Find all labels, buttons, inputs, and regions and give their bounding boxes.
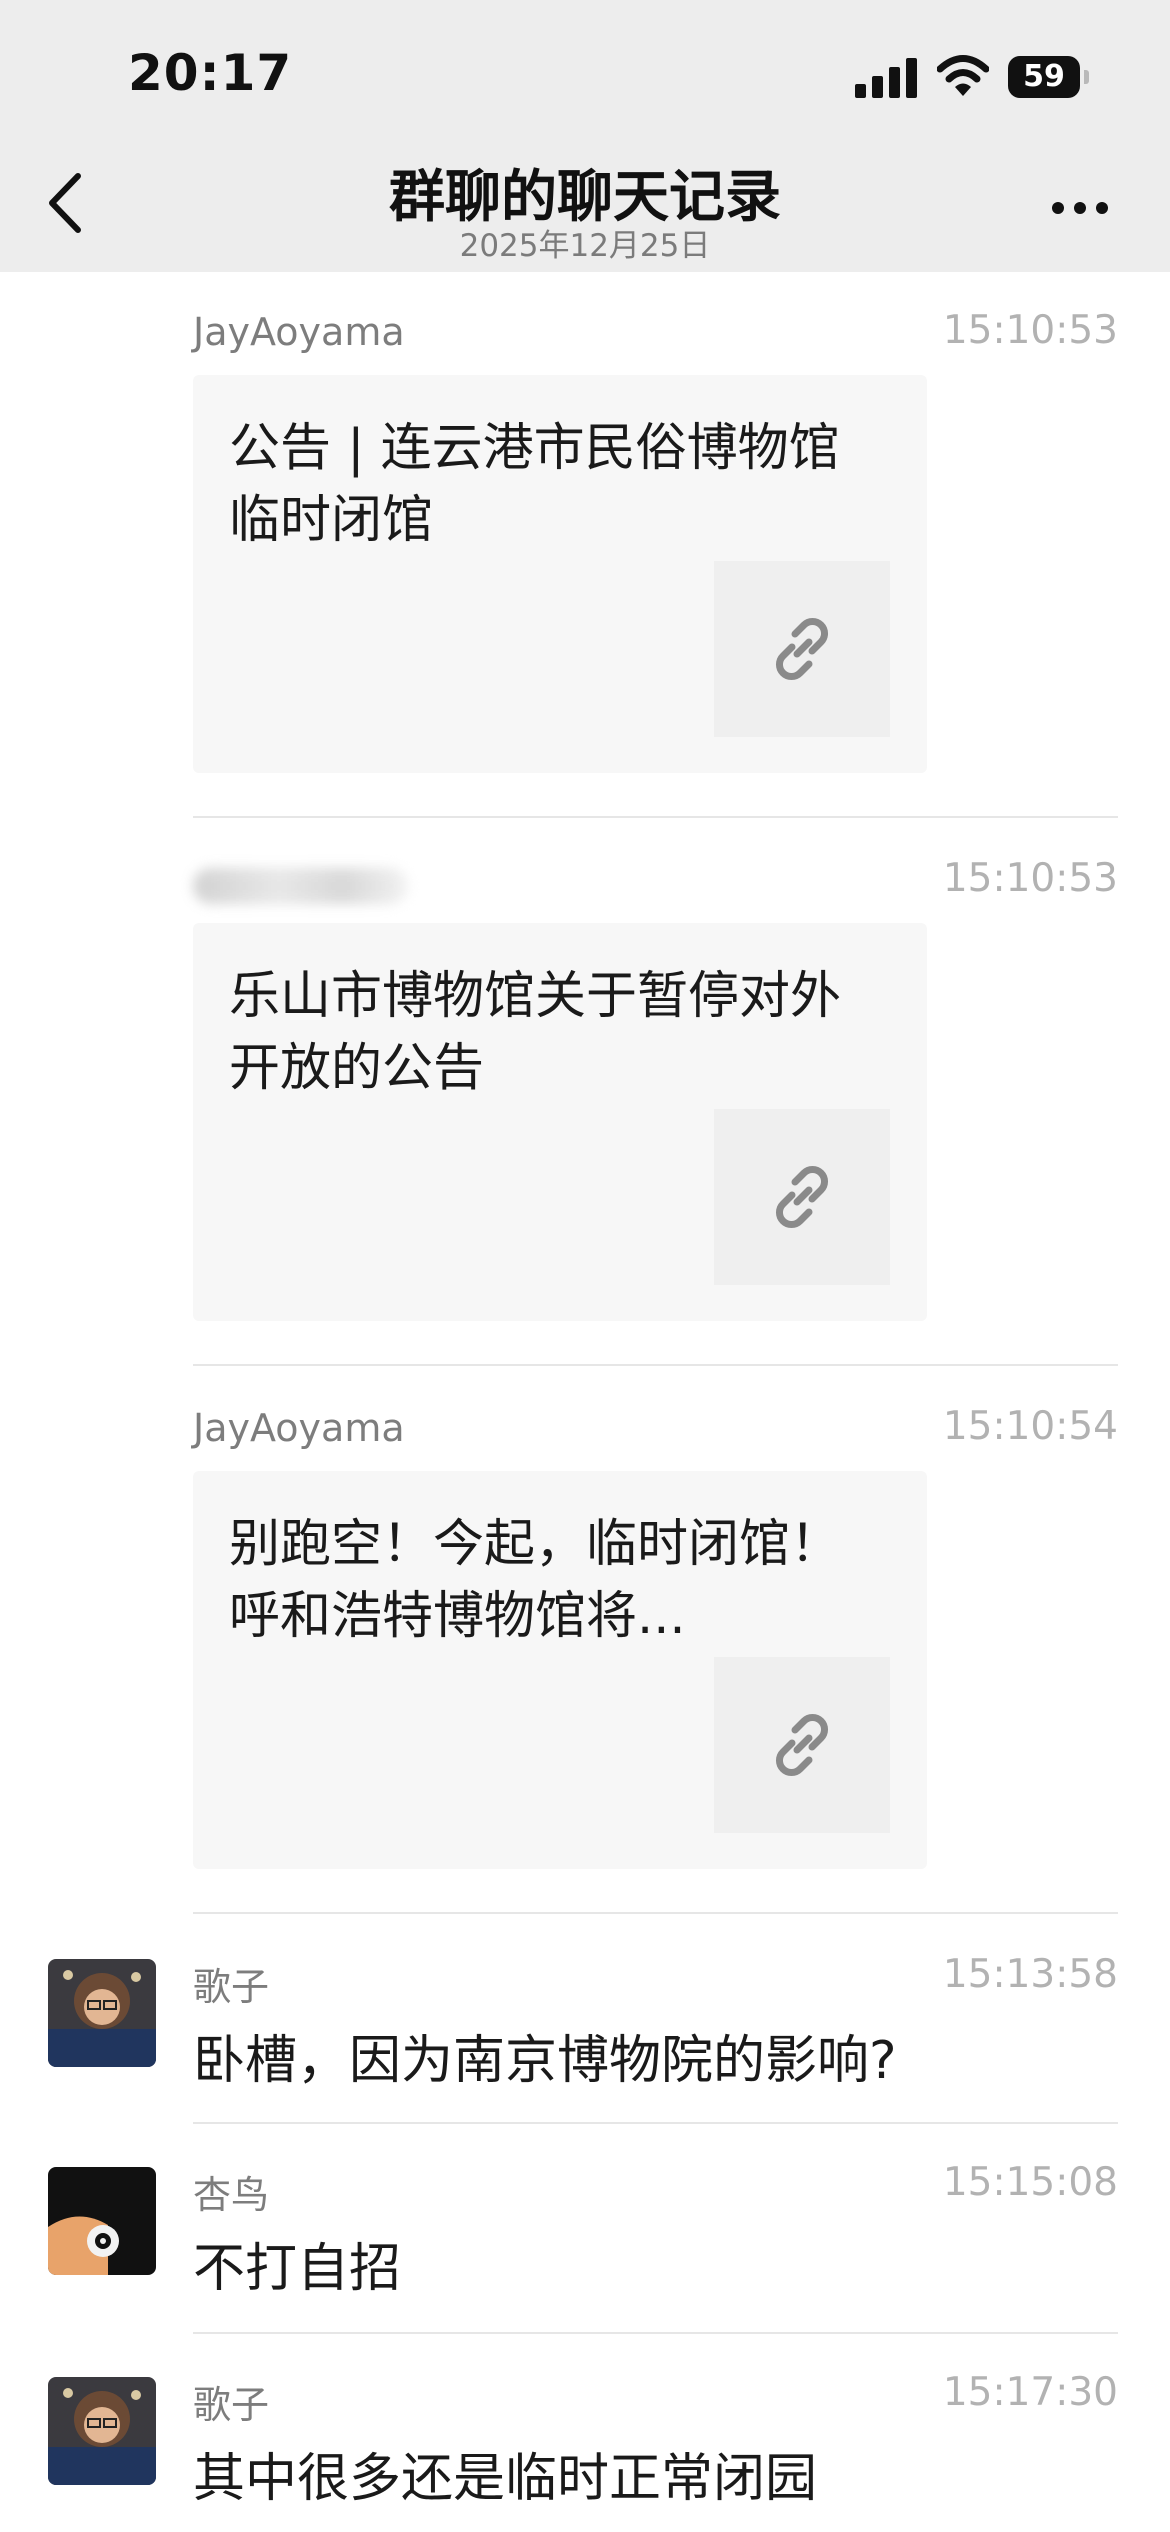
link-thumbnail bbox=[714, 1109, 890, 1285]
link-icon bbox=[776, 1714, 828, 1776]
divider bbox=[193, 1364, 1118, 1366]
divider bbox=[193, 816, 1118, 818]
sender-name: JayAoyama bbox=[193, 310, 405, 354]
link-icon bbox=[776, 1166, 828, 1228]
battery-level: 59 bbox=[1023, 59, 1065, 94]
status-time: 20:17 bbox=[128, 44, 293, 102]
link-card[interactable]: 别跑空！今起，临时闭馆！呼和浩特博物馆将... bbox=[193, 1471, 927, 1869]
wifi-icon bbox=[937, 55, 989, 96]
link-icon bbox=[776, 618, 828, 680]
link-card-title: 别跑空！今起，临时闭馆！呼和浩特博物馆将... bbox=[229, 1515, 842, 1646]
link-card-title: 公告 | 连云港市民俗博物馆临时闭馆 bbox=[229, 419, 840, 550]
message-text: 不打自招 bbox=[193, 2239, 402, 2299]
battery-icon: 59 bbox=[1008, 56, 1089, 98]
message-text: 其中很多还是临时正常闭园 bbox=[193, 2449, 818, 2509]
link-card[interactable]: 公告 | 连云港市民俗博物馆临时闭馆 bbox=[193, 375, 927, 773]
message-time: 15:10:54 bbox=[942, 1404, 1118, 1449]
message-text: 卧槽，因为南京博物院的影响? bbox=[193, 2031, 897, 2091]
sender-name: 歌子 bbox=[193, 1965, 270, 2009]
avatar[interactable] bbox=[48, 2377, 156, 2485]
message-time: 15:10:53 bbox=[942, 856, 1118, 901]
signal-icon bbox=[855, 58, 917, 98]
top-bar: 20:17 59 群聊的聊天记录 2025年12月25日 bbox=[0, 0, 1170, 272]
blurred-sender-name bbox=[193, 868, 408, 904]
sender-name: 歌子 bbox=[193, 2383, 270, 2427]
link-card[interactable]: 乐山市博物馆关于暂停对外开放的公告 bbox=[193, 923, 927, 1321]
link-thumbnail bbox=[714, 561, 890, 737]
divider bbox=[193, 2122, 1118, 2124]
link-thumbnail bbox=[714, 1657, 890, 1833]
message-time: 15:17:30 bbox=[942, 2370, 1118, 2415]
message-time: 15:13:58 bbox=[942, 1952, 1118, 1997]
message-time: 15:15:08 bbox=[942, 2160, 1118, 2205]
divider bbox=[193, 1912, 1118, 1914]
avatar[interactable] bbox=[48, 2167, 156, 2275]
sender-name: JayAoyama bbox=[193, 1406, 405, 1450]
divider bbox=[193, 2332, 1118, 2334]
page-subtitle-date: 2025年12月25日 bbox=[459, 228, 711, 264]
avatar[interactable] bbox=[48, 1959, 156, 2067]
message-time: 15:10:53 bbox=[942, 308, 1118, 353]
sender-name: 杏鸟 bbox=[193, 2173, 270, 2217]
more-dots-icon[interactable] bbox=[1040, 198, 1120, 218]
link-card-title: 乐山市博物馆关于暂停对外开放的公告 bbox=[229, 967, 842, 1098]
